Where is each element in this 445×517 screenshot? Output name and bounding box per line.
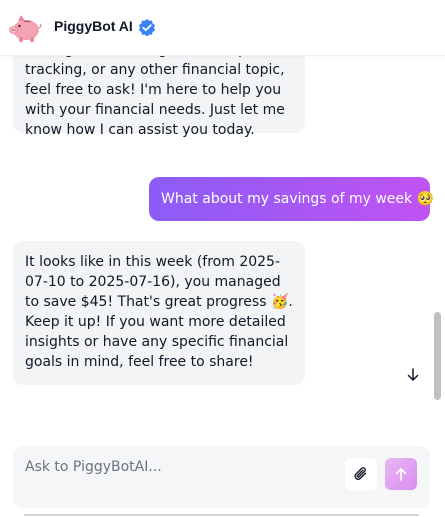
attach-button[interactable] <box>345 458 377 490</box>
user-message: What about my savings of my week 🥺 <box>149 177 434 221</box>
message-composer <box>13 446 430 508</box>
bot-name: PiggyBot AI <box>54 18 133 34</box>
assistant-message-text: It looks like in this week (from 2025-07… <box>25 254 293 370</box>
send-button[interactable] <box>385 458 417 490</box>
paperclip-icon <box>354 467 367 480</box>
assistant-message: It looks like in this week (from 2025-07… <box>13 241 305 385</box>
user-message-text: What about my savings of my week 🥺 <box>161 191 434 207</box>
chat-app: PiggyBot AI setting, debt management, ex… <box>0 0 445 517</box>
chat-scrollbar-thumb[interactable] <box>434 312 441 400</box>
piggy-bank-icon <box>9 15 42 42</box>
verified-badge-icon <box>139 19 155 37</box>
arrow-up-icon <box>395 468 407 481</box>
chat-header: PiggyBot AI <box>0 0 445 56</box>
message-input[interactable] <box>25 456 325 478</box>
arrow-down-icon[interactable] <box>405 367 421 383</box>
chat-messages[interactable]: setting, debt management, expense tracki… <box>0 56 445 405</box>
bottom-divider <box>24 514 419 516</box>
assistant-message-text: setting, debt management, expense tracki… <box>25 56 285 138</box>
assistant-message: setting, debt management, expense tracki… <box>13 56 305 138</box>
